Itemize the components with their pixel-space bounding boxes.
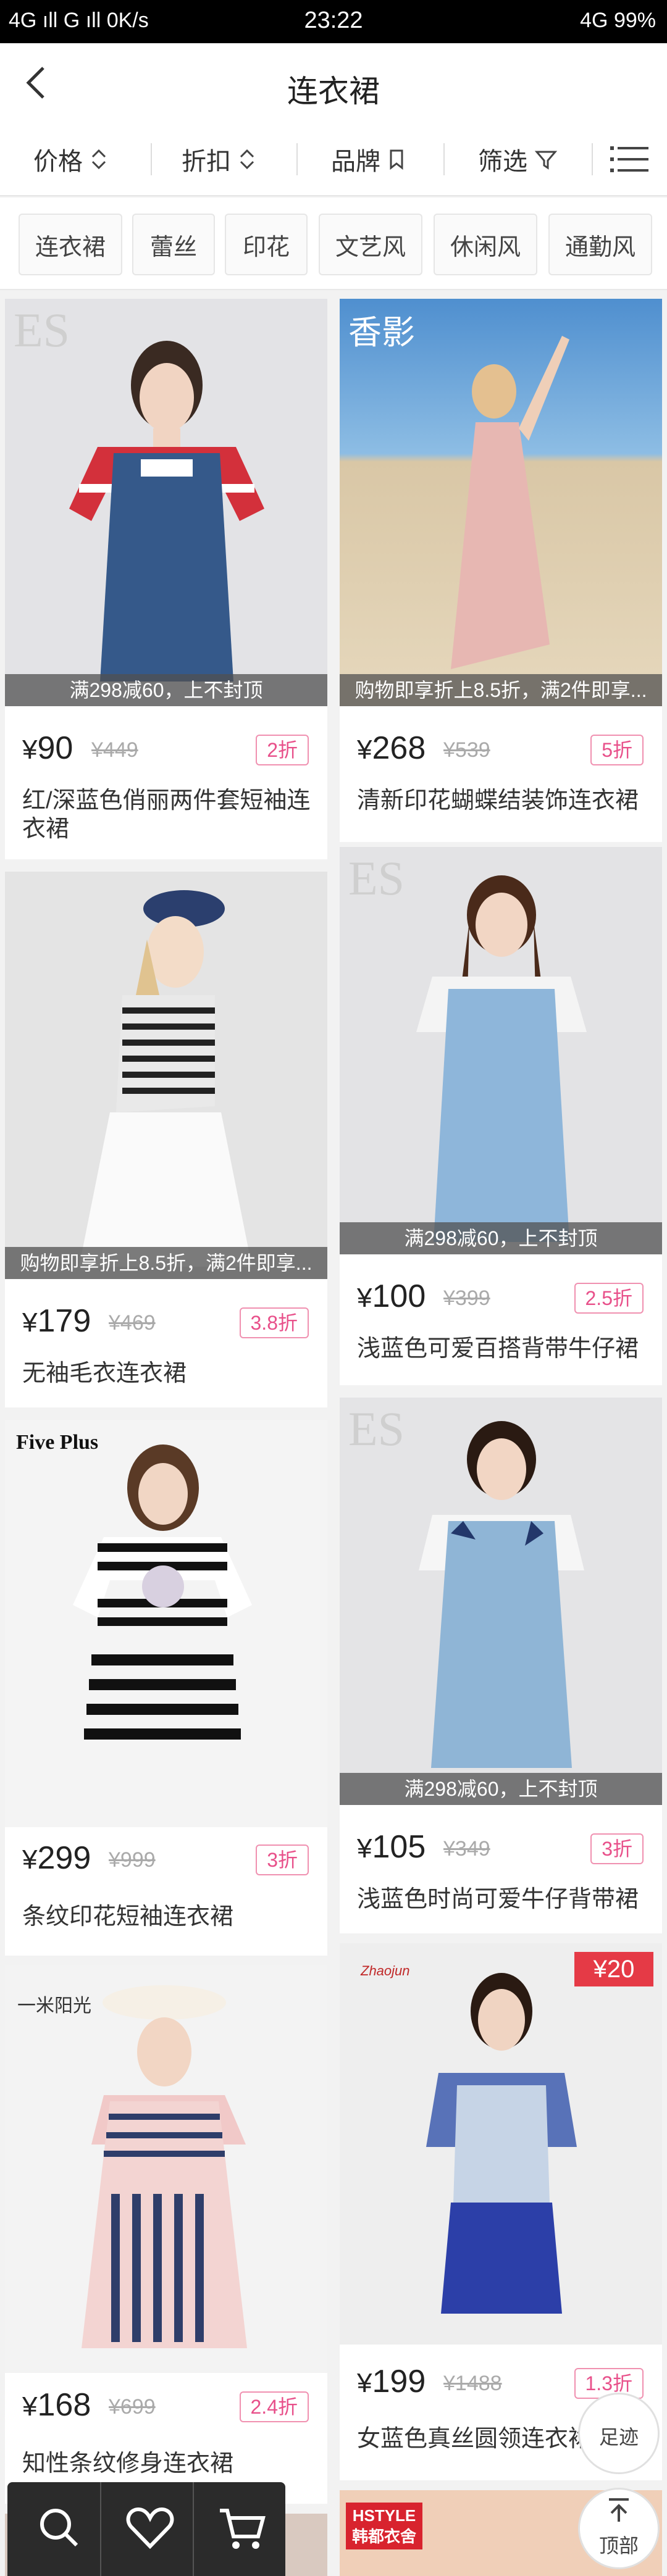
product-name: 无袖毛衣连衣裙 — [22, 1361, 187, 1386]
discount-badge: 2.5折 — [574, 1283, 644, 1314]
tag-filter-row: 连衣裙 蕾丝 印花 文艺风 休闲风 通勤风 — [0, 198, 667, 290]
product-image: ES 满298减60，上不封顶 — [340, 847, 662, 1254]
promo-banner: 满298减60，上不封顶 — [5, 674, 327, 706]
discount-badge: 2.4折 — [239, 2391, 309, 2422]
funnel-icon — [535, 151, 557, 170]
product-image: 一米阳光 — [5, 1965, 327, 2373]
product-name: 清新印花蝴蝶结装饰连衣裙 — [357, 788, 639, 814]
discount-badge: 3折 — [256, 1844, 309, 1875]
product-name: 条纹印花短袖连衣裙 — [22, 1904, 234, 1930]
product-card[interactable]: ES 满298减60，上不封顶 ¥90 ¥449 2折 红/深蓝色俏丽两件套短袖… — [5, 299, 327, 859]
original-price: ¥349 — [443, 1837, 490, 1861]
back-to-top-button[interactable]: 顶部 — [578, 2488, 660, 2569]
original-price: ¥399 — [443, 1286, 490, 1310]
sort-discount[interactable]: 折扣 — [182, 141, 256, 178]
product-image: ES 满298减60，上不封顶 — [340, 1398, 662, 1805]
status-bar: 4G ıll G ıll 0K/s 23:22 4G 99% — [0, 0, 667, 43]
clock: 23:22 — [304, 7, 363, 33]
original-price: ¥449 — [91, 738, 138, 762]
sort-updown-icon — [91, 149, 106, 170]
product-image: ES 满298减60，上不封顶 — [5, 299, 327, 706]
bottom-toolbar — [7, 2482, 285, 2576]
sort-updown-icon — [240, 149, 254, 170]
sort-price-label: 价格 — [33, 148, 83, 175]
discount-badge: 3折 — [590, 1833, 644, 1864]
product-price: ¥105 — [357, 1829, 426, 1865]
promo-banner: 满298减60，上不封顶 — [340, 1222, 662, 1254]
original-price: ¥539 — [443, 738, 490, 762]
list-view-toggle[interactable] — [609, 141, 650, 178]
search-button[interactable] — [31, 2501, 86, 2556]
product-image: Zhaojun ¥20 — [340, 1943, 662, 2345]
cart-button[interactable] — [215, 2501, 271, 2556]
discount-badge: 5折 — [590, 735, 644, 765]
footprint-button[interactable]: 足迹 — [578, 2393, 660, 2474]
tag-chip[interactable]: 连衣裙 — [19, 214, 122, 275]
tag-chip[interactable]: 通勤风 — [548, 214, 652, 275]
product-price: ¥90 — [22, 730, 73, 766]
bookmark-icon — [390, 149, 403, 170]
brand-mark: HSTYLE 韩都衣舍 — [346, 2503, 422, 2549]
product-price: ¥199 — [357, 2364, 426, 2399]
product-price: ¥179 — [22, 1303, 91, 1339]
discount-badge: 2折 — [256, 735, 309, 765]
sort-bar: 价格 折扣 品牌 筛选 — [0, 122, 667, 196]
tag-chip[interactable]: 印花 — [225, 214, 308, 275]
product-image: 购物即享折上8.5折，满2件即享... — [5, 872, 327, 1279]
tag-chip[interactable]: 休闲风 — [434, 214, 537, 275]
favorite-button[interactable] — [122, 2501, 178, 2556]
product-name: 浅蓝色时尚可爱牛仔背带裙 — [357, 1886, 639, 1912]
tag-chip[interactable]: 文艺风 — [319, 214, 422, 275]
product-image: 香影 购物即享折上8.5折，满2件即享... — [340, 299, 662, 706]
product-card[interactable]: 香影 购物即享折上8.5折，满2件即享... ¥268 ¥539 5折 清新印花… — [340, 299, 662, 842]
product-image: Five Plus — [5, 1420, 327, 1827]
back-to-top-label: 顶部 — [598, 2535, 639, 2557]
arrow-up-icon — [609, 2498, 629, 2522]
sort-price[interactable]: 价格 — [33, 141, 107, 178]
battery-status: 4G 99% — [580, 9, 656, 32]
original-price: ¥469 — [109, 1311, 156, 1335]
footprint-label: 足迹 — [598, 2426, 639, 2448]
product-card[interactable]: 购物即享折上8.5折，满2件即享... ¥179 ¥469 3.8折 无袖毛衣连… — [5, 872, 327, 1407]
product-card[interactable]: Five Plus ¥299 ¥999 3折 条纹印花短袖连衣裙 — [5, 1420, 327, 1956]
original-price: ¥999 — [109, 1848, 156, 1872]
sort-discount-label: 折扣 — [182, 148, 231, 175]
product-name: 红/深蓝色俏丽两件套短袖连衣裙 — [22, 788, 311, 842]
product-card[interactable]: 一米阳光 ¥168 ¥699 2.4折 知性条纹修身连衣裙 — [5, 1965, 327, 2504]
sort-brand[interactable]: 品牌 — [331, 141, 405, 178]
filter-label: 筛选 — [478, 148, 527, 175]
product-price: ¥168 — [22, 2387, 91, 2423]
product-name: 浅蓝色可爱百搭背带牛仔裙 — [357, 1336, 639, 1362]
original-price: ¥699 — [109, 2395, 156, 2419]
heart-icon — [126, 2507, 174, 2549]
page-title: 连衣裙 — [287, 74, 380, 109]
product-card[interactable]: ES 满298减60，上不封顶 ¥105 ¥349 3折 浅蓝色时尚可爱牛仔背带… — [340, 1398, 662, 1933]
promo-banner: 满298减60，上不封顶 — [340, 1773, 662, 1805]
product-price: ¥100 — [357, 1278, 426, 1314]
sort-brand-label: 品牌 — [331, 148, 380, 175]
promo-banner: 购物即享折上8.5折，满2件即享... — [5, 1247, 327, 1279]
discount-badge: 3.8折 — [239, 1307, 309, 1338]
product-price: ¥268 — [357, 730, 426, 766]
original-price: ¥1488 — [443, 2372, 502, 2395]
product-price: ¥299 — [22, 1840, 91, 1876]
list-view-icon — [610, 146, 648, 172]
cart-icon — [220, 2509, 266, 2549]
product-name: 知性条纹修身连衣裙 — [22, 2451, 234, 2477]
filter-button[interactable]: 筛选 — [478, 141, 557, 178]
search-icon — [40, 2509, 78, 2547]
nav-header: 连衣裙 — [0, 43, 667, 122]
tag-chip[interactable]: 蕾丝 — [132, 214, 215, 275]
product-card[interactable]: ES 满298减60，上不封顶 ¥100 ¥399 2.5折 浅蓝色可爱百搭背带… — [340, 847, 662, 1385]
promo-banner: 购物即享折上8.5折，满2件即享... — [340, 674, 662, 706]
